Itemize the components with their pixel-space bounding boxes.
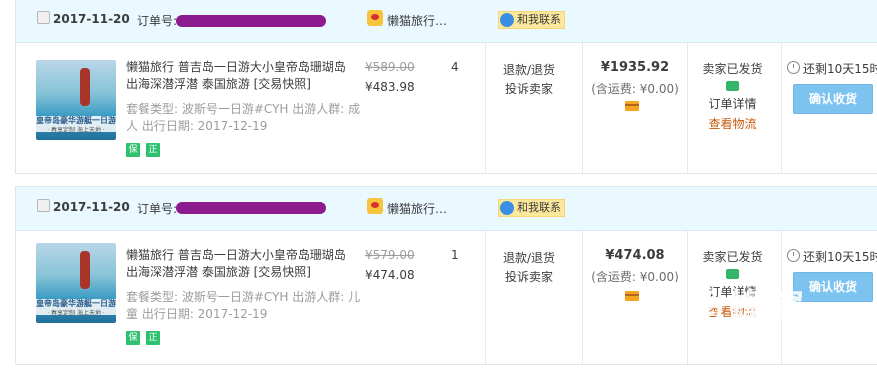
complain-link[interactable]: 投诉卖家 bbox=[502, 80, 556, 99]
order-status: 卖家已发货 bbox=[702, 250, 763, 264]
divider bbox=[687, 231, 688, 364]
order-header: 2017-11-20 订单号: 懒猫旅行… 和我联系 bbox=[16, 187, 877, 231]
contact-seller-button[interactable]: 和我联系 bbox=[498, 11, 565, 29]
after-sales-actions: 退款/退货 投诉卖家 bbox=[502, 249, 556, 287]
chat-bubble-icon bbox=[500, 13, 514, 27]
contact-seller-button[interactable]: 和我联系 bbox=[498, 199, 565, 217]
shop-logo-icon bbox=[367, 10, 383, 26]
order-card: 2017-11-20 订单号: 懒猫旅行… 和我联系 皇帝岛豪华游艇一日游 · 春… bbox=[15, 0, 877, 174]
payment-card-icon bbox=[625, 291, 639, 301]
order-total: ¥474.08 bbox=[605, 248, 665, 263]
view-logistics-link[interactable]: 查看物流 bbox=[694, 115, 771, 132]
order-date: 2017-11-20 bbox=[53, 200, 130, 214]
contact-seller-label: 和我联系 bbox=[517, 13, 561, 26]
service-badges: 保正 bbox=[126, 329, 166, 345]
order-date: 2017-11-20 bbox=[53, 12, 130, 26]
thumbnail-banner: 皇帝岛豪华游艇一日游 · 春享定制 海上天地 · bbox=[36, 299, 116, 317]
confirm-receipt-button[interactable]: 确认收货 bbox=[793, 84, 873, 114]
unit-price: ¥483.98 bbox=[365, 80, 415, 94]
divider bbox=[781, 43, 782, 173]
guarantee-badge-icon[interactable]: 保 bbox=[126, 143, 140, 157]
order-number-redacted bbox=[176, 15, 326, 27]
shipping-fee: (含运费: ¥0.00) bbox=[591, 82, 679, 96]
order-detail-link[interactable]: 订单详情 bbox=[694, 283, 771, 300]
refund-link[interactable]: 退款/退货 bbox=[502, 249, 556, 268]
payment-card-icon bbox=[625, 101, 639, 111]
shop-logo-icon bbox=[367, 198, 383, 214]
thumbnail-figure bbox=[80, 251, 90, 289]
message-icon[interactable] bbox=[726, 269, 739, 279]
order-header: 2017-11-20 订单号: 懒猫旅行… 和我联系 bbox=[16, 0, 877, 43]
genuine-badge-icon[interactable]: 正 bbox=[146, 143, 160, 157]
genuine-badge-icon[interactable]: 正 bbox=[146, 331, 160, 345]
original-price: ¥589.00 bbox=[365, 60, 415, 74]
remaining-time: 还剩10天15时 bbox=[803, 62, 877, 76]
order-number-label: 订单号: bbox=[137, 14, 178, 28]
divider bbox=[781, 231, 782, 364]
product-meta: 套餐类型: 波斯号一日游#CYH 出游人群: 成人 出行日期: 2017-12-… bbox=[126, 102, 361, 133]
product-title-link[interactable]: 懒猫旅行 普吉岛一日游大小皇帝岛珊瑚岛出海深潜浮潜 泰国旅游 [交易快照] bbox=[126, 247, 356, 281]
after-sales-actions: 退款/退货 投诉卖家 bbox=[502, 61, 556, 99]
service-badges: 保正 bbox=[126, 141, 166, 157]
divider bbox=[687, 43, 688, 173]
order-total: ¥1935.92 bbox=[600, 60, 670, 75]
original-price: ¥579.00 bbox=[365, 248, 415, 262]
shipping-fee: (含运费: ¥0.00) bbox=[591, 270, 679, 284]
clock-icon bbox=[787, 249, 800, 262]
shop-name-link[interactable]: 懒猫旅行… bbox=[387, 12, 447, 29]
message-icon[interactable] bbox=[726, 81, 739, 91]
product-title-link[interactable]: 懒猫旅行 普吉岛一日游大小皇帝岛珊瑚岛出海深潜浮潜 泰国旅游 [交易快照] bbox=[126, 59, 356, 93]
guarantee-badge-icon[interactable]: 保 bbox=[126, 331, 140, 345]
order-status: 卖家已发货 bbox=[702, 62, 763, 76]
divider bbox=[485, 43, 486, 173]
product-thumbnail[interactable]: 皇帝岛豪华游艇一日游 · 春享定制 海上天地 · bbox=[36, 243, 116, 323]
shop-name-link[interactable]: 懒猫旅行… bbox=[387, 200, 447, 217]
remaining-time: 还剩10天15时 bbox=[803, 250, 877, 264]
divider bbox=[485, 231, 486, 364]
chat-bubble-icon bbox=[500, 201, 514, 215]
complain-link[interactable]: 投诉卖家 bbox=[502, 268, 556, 287]
thumbnail-banner: 皇帝岛豪华游艇一日游 · 春享定制 海上天地 · bbox=[36, 116, 116, 134]
order-card: 2017-11-20 订单号: 懒猫旅行… 和我联系 皇帝岛豪华游艇一日游 · 春… bbox=[15, 186, 877, 365]
refund-link[interactable]: 退款/退货 bbox=[502, 61, 556, 80]
confirm-receipt-button[interactable]: 确认收货 bbox=[793, 272, 873, 302]
unit-price: ¥474.08 bbox=[365, 268, 415, 282]
product-meta: 套餐类型: 波斯号一日游#CYH 出游人群: 儿童 出行日期: 2017-12-… bbox=[126, 290, 361, 321]
contact-seller-label: 和我联系 bbox=[517, 201, 561, 214]
product-thumbnail[interactable]: 皇帝岛豪华游艇一日游 · 春享定制 海上天地 · bbox=[36, 60, 116, 140]
clock-icon bbox=[787, 61, 800, 74]
order-number-redacted bbox=[176, 202, 326, 214]
quantity: 4 bbox=[451, 60, 459, 74]
order-checkbox[interactable] bbox=[37, 11, 50, 24]
quantity: 1 bbox=[451, 248, 459, 262]
thumbnail-figure bbox=[80, 68, 90, 106]
order-checkbox[interactable] bbox=[37, 199, 50, 212]
view-logistics-link[interactable]: 查看物流 bbox=[694, 303, 771, 320]
order-detail-link[interactable]: 订单详情 bbox=[694, 95, 771, 112]
order-number-label: 订单号: bbox=[137, 202, 178, 216]
